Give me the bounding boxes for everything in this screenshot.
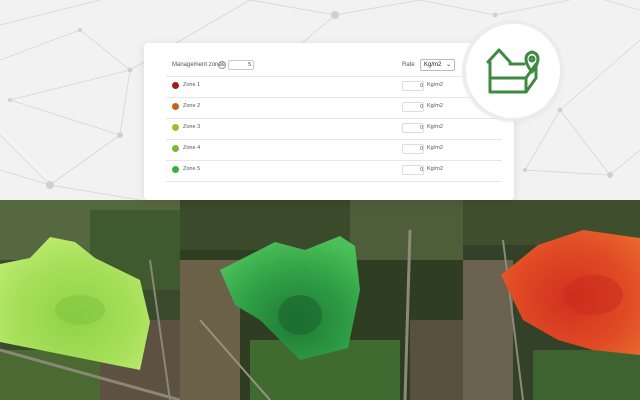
farm-location-icon <box>486 48 540 94</box>
farm-badge <box>466 24 560 118</box>
zone-row: Zone 2 0 Kg/m2 <box>166 97 502 118</box>
zone-rate-unit: Kg/m2 <box>427 124 443 130</box>
zone-color-dot <box>172 82 179 89</box>
management-zones-title: Management zones <box>172 62 225 68</box>
zone-name: Zone 1 <box>183 82 201 88</box>
zone-color-dot <box>172 124 179 131</box>
zone-color-dot <box>172 103 179 110</box>
chevron-down-icon: ⌄ <box>445 62 451 68</box>
field-map-dark-green <box>180 200 463 400</box>
panel-header: Management zones i 5 Rate Kg/m2 ⌄ <box>166 58 502 76</box>
unit-select[interactable]: Kg/m2 ⌄ <box>420 59 455 71</box>
unit-select-value: Kg/m2 <box>424 62 442 68</box>
zone-rate-unit: Kg/m2 <box>427 166 443 172</box>
zone-row: Zone 1 0 Kg/m2 <box>166 76 502 97</box>
rate-label: Rate <box>402 62 415 68</box>
zone-name: Zone 5 <box>183 166 201 172</box>
field-map-light-green <box>0 200 180 400</box>
zone-color-dot <box>172 166 179 173</box>
zone-rate-unit: Kg/m2 <box>427 145 443 151</box>
zone-color-dot <box>172 145 179 152</box>
zone-rate-input[interactable]: 0 <box>402 123 424 133</box>
zone-row: Zone 4 0 Kg/m2 <box>166 139 502 160</box>
zone-rate-unit: Kg/m2 <box>427 103 443 109</box>
zone-rate-unit: Kg/m2 <box>427 82 443 88</box>
zone-row: Zone 5 0 Kg/m2 <box>166 160 502 182</box>
zone-name: Zone 4 <box>183 145 201 151</box>
zone-row: Zone 3 0 Kg/m2 <box>166 118 502 139</box>
zone-rate-input[interactable]: 0 <box>402 165 424 175</box>
field-map-red <box>463 200 640 400</box>
zone-rate-input[interactable]: 0 <box>402 102 424 112</box>
zone-rate-input[interactable]: 0 <box>402 144 424 154</box>
zone-name: Zone 2 <box>183 103 201 109</box>
info-icon[interactable]: i <box>218 61 226 69</box>
zone-rate-input[interactable]: 0 <box>402 81 424 91</box>
zone-count-input[interactable]: 5 <box>228 60 254 70</box>
zone-list: Zone 1 0 Kg/m2 Zone 2 0 Kg/m2 Zone 3 0 K… <box>166 76 502 182</box>
zone-name: Zone 3 <box>183 124 201 130</box>
field-maps <box>0 200 640 400</box>
management-zones-panel: Management zones i 5 Rate Kg/m2 ⌄ Zone 1… <box>144 43 514 200</box>
